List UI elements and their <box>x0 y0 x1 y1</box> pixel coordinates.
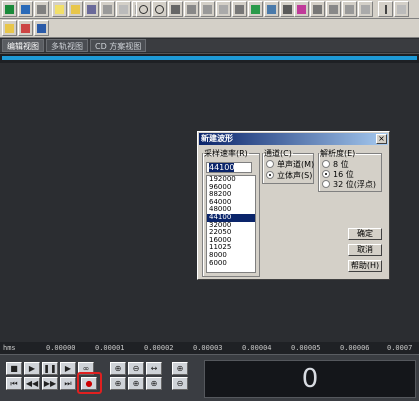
zoom-in-icon[interactable]: ⊕ <box>110 362 126 375</box>
secondary-toolbar <box>0 19 419 38</box>
32bit-label: 32 位(浮点) <box>333 180 376 189</box>
record-highlight <box>77 372 102 394</box>
main-toolbar <box>0 0 419 19</box>
record-file-icon[interactable] <box>18 20 33 36</box>
grid-icon[interactable] <box>310 1 325 17</box>
8bit-radio[interactable] <box>322 160 330 168</box>
play-loop-icon[interactable]: ▶ <box>60 362 76 375</box>
time-select-icon[interactable] <box>394 1 409 17</box>
tab-cd-view[interactable]: CD 方案视图 <box>90 39 147 52</box>
sample-rate-label: 采样速率(R) <box>204 149 248 158</box>
zoom-vertical-out-icon[interactable]: ⊖ <box>172 377 188 390</box>
open-icon[interactable] <box>2 20 17 36</box>
stereo-label: 立体声(S) <box>277 171 313 180</box>
mono-radio[interactable] <box>266 160 274 168</box>
ruler-unit: hms <box>3 344 16 352</box>
go-to-end-icon[interactable]: ⏭ <box>60 377 76 390</box>
view-tabs: 编辑视图 多轨视图 CD 方案视图 <box>0 39 419 52</box>
help-icon[interactable] <box>34 20 49 36</box>
pause-icon[interactable]: ❚❚ <box>42 362 58 375</box>
ok-button[interactable]: 确定 <box>348 228 382 240</box>
mono-label: 单声道(M) <box>277 160 315 169</box>
ruler-tick: 0.00001 <box>95 344 125 352</box>
redo-icon[interactable] <box>152 1 167 17</box>
cancel-button[interactable]: 取消 <box>348 244 382 256</box>
ruler-tick: 0.00004 <box>242 344 272 352</box>
time-counter: 0 <box>204 360 416 398</box>
close-icon[interactable]: × <box>376 134 387 144</box>
16bit-radio[interactable] <box>322 170 330 178</box>
channels-label: 通道(C) <box>264 149 292 158</box>
trim-icon[interactable] <box>232 1 247 17</box>
zoom-right-icon[interactable]: ⊕ <box>128 377 144 390</box>
forward-icon[interactable]: ▶▶ <box>42 377 58 390</box>
zoom-vertical-in-icon[interactable]: ⊕ <box>172 362 188 375</box>
ruler-tick: 0.00003 <box>193 344 223 352</box>
sample-rate-list[interactable]: 192000 96000 88200 64000 48000 44100 320… <box>206 175 256 273</box>
save-as-icon[interactable] <box>100 1 115 17</box>
cut-icon[interactable] <box>168 1 183 17</box>
zoom-left-icon[interactable]: ⊕ <box>110 377 126 390</box>
go-to-start-icon[interactable]: ⏮ <box>6 377 22 390</box>
rewind-icon[interactable]: ◀◀ <box>24 377 40 390</box>
spectral-icon[interactable] <box>280 1 295 17</box>
marker-icon[interactable] <box>294 1 309 17</box>
copy-icon[interactable] <box>184 1 199 17</box>
stereo-radio[interactable] <box>266 171 274 179</box>
cd-icon[interactable] <box>18 1 33 17</box>
paste-icon[interactable] <box>200 1 215 17</box>
help-button[interactable]: 帮助(H) <box>348 260 382 272</box>
ruler-tick: 0.00005 <box>291 344 321 352</box>
multitrack-icon[interactable] <box>2 1 17 17</box>
save-icon[interactable] <box>84 1 99 17</box>
sample-rate-input[interactable]: 44100 <box>206 162 252 173</box>
list-icon[interactable] <box>358 1 373 17</box>
zoom-full-icon[interactable]: ↔ <box>146 362 162 375</box>
tab-edit-view[interactable]: 编辑视图 <box>2 39 44 52</box>
zoom-selection-icon[interactable]: ⊕ <box>146 377 162 390</box>
edit-icon[interactable] <box>34 1 49 17</box>
time-ruler: hms 0.00000 0.00001 0.00002 0.00003 0.00… <box>0 342 419 354</box>
undo-icon[interactable] <box>136 1 151 17</box>
effects-icon[interactable] <box>248 1 263 17</box>
new-file-icon[interactable] <box>52 1 67 17</box>
tab-multitrack-view[interactable]: 多轨视图 <box>46 39 88 52</box>
zoom-out-icon[interactable]: ⊖ <box>128 362 144 375</box>
dialog-title: 新建波形 <box>199 133 388 145</box>
cursor-icon[interactable] <box>378 1 393 17</box>
settings-icon[interactable] <box>342 1 357 17</box>
stop-icon[interactable]: ■ <box>6 362 22 375</box>
ruler-tick: 0.00006 <box>340 344 370 352</box>
ruler-tick: 0.0007 <box>387 344 413 352</box>
resolution-label: 解析度(E) <box>320 149 356 158</box>
zoom-icon[interactable] <box>326 1 341 17</box>
analysis-icon[interactable] <box>264 1 279 17</box>
mix-paste-icon[interactable] <box>216 1 231 17</box>
list-item[interactable]: 6000 <box>207 259 255 268</box>
ruler-tick: 0.00002 <box>144 344 174 352</box>
32bit-radio[interactable] <box>322 180 330 188</box>
play-icon[interactable]: ▶ <box>24 362 40 375</box>
ruler-tick: 0.00000 <box>46 344 76 352</box>
overview-range[interactable] <box>2 56 417 60</box>
close-file-icon[interactable] <box>116 1 131 17</box>
open-file-icon[interactable] <box>68 1 83 17</box>
